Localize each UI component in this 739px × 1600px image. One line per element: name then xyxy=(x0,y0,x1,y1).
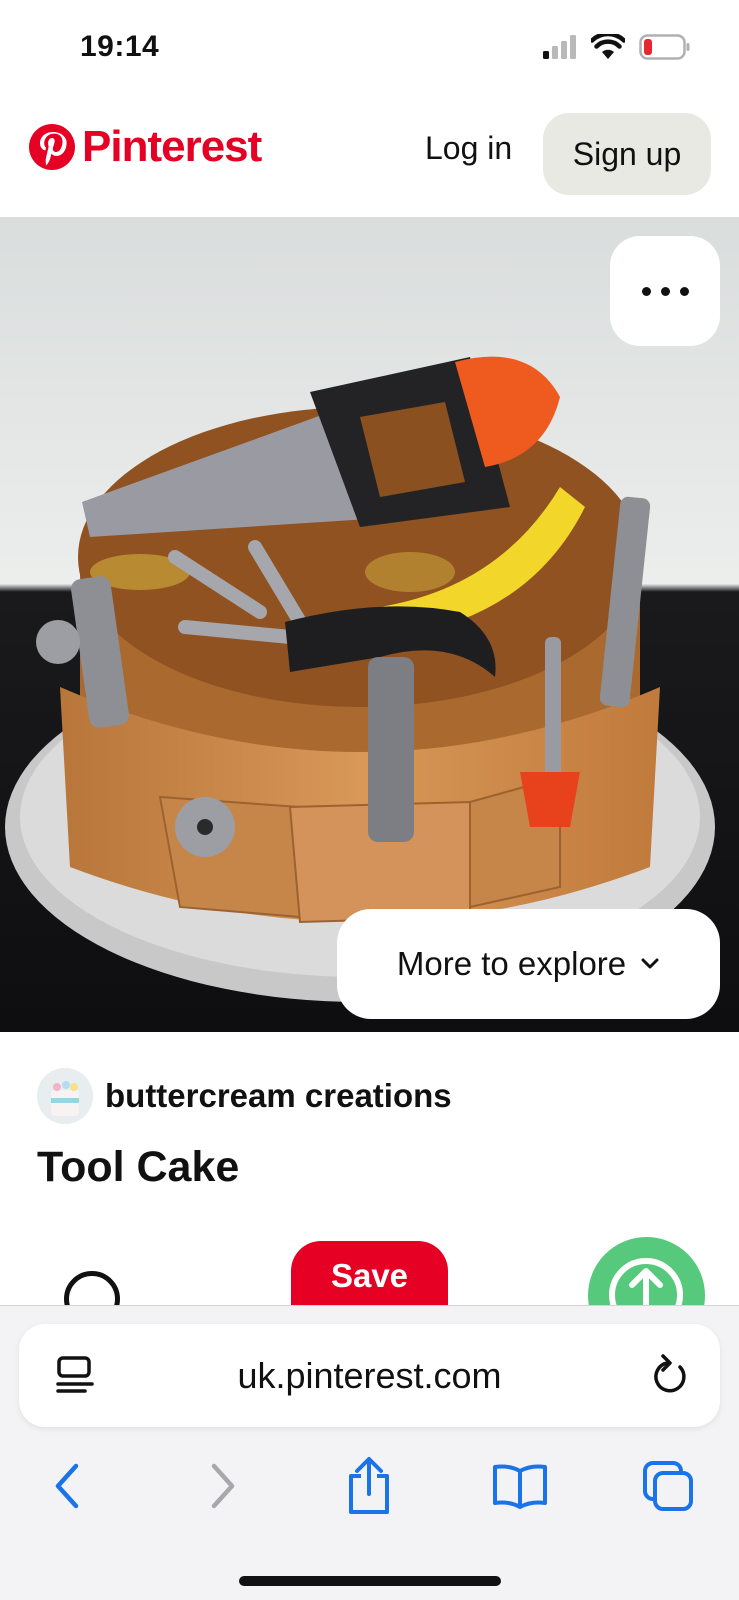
share-sheet-button[interactable] xyxy=(329,1446,409,1526)
reload-icon[interactable] xyxy=(650,1353,690,1397)
chevron-right-icon xyxy=(211,1463,235,1509)
more-options-button[interactable] xyxy=(610,236,720,346)
more-dot xyxy=(660,286,670,296)
avatar-image xyxy=(37,1068,93,1124)
share-icon xyxy=(609,1258,683,1305)
pinterest-p-icon xyxy=(29,124,75,170)
more-dot xyxy=(641,286,651,296)
wifi-icon xyxy=(591,34,625,59)
address-bar[interactable]: uk.pinterest.com xyxy=(19,1324,720,1427)
brand-name: Pinterest xyxy=(82,122,262,171)
browser-nav xyxy=(0,1446,739,1526)
url-text[interactable]: uk.pinterest.com xyxy=(19,1355,720,1397)
site-header: Pinterest Log in Sign up xyxy=(0,100,739,217)
pin-image[interactable]: More to explore xyxy=(0,217,739,1032)
creator-name[interactable]: buttercream creations xyxy=(105,1077,452,1115)
status-icons xyxy=(543,34,691,60)
tabs-button[interactable] xyxy=(628,1446,708,1526)
pin-actions: Save xyxy=(0,1235,739,1305)
more-to-explore-button[interactable]: More to explore xyxy=(337,909,720,1019)
share-square-icon xyxy=(349,1457,389,1514)
save-button[interactable]: Save xyxy=(291,1241,448,1305)
status-time: 19:14 xyxy=(80,30,160,63)
login-button[interactable]: Log in xyxy=(425,130,512,167)
creator-profile[interactable]: buttercream creations xyxy=(37,1068,452,1124)
pin-title: Tool Cake xyxy=(37,1143,240,1191)
chevron-left-icon xyxy=(55,1463,79,1509)
tabs-icon xyxy=(643,1461,693,1511)
battery-low-icon xyxy=(639,34,690,60)
status-bar: 19:14 xyxy=(0,0,739,100)
more-to-explore-label: More to explore xyxy=(396,945,627,982)
comment-icon[interactable] xyxy=(64,1271,120,1305)
book-icon xyxy=(493,1464,547,1509)
creator-avatar[interactable] xyxy=(37,1068,93,1124)
back-button[interactable] xyxy=(27,1446,107,1526)
chevron-down-icon xyxy=(641,958,659,969)
pinterest-logo[interactable]: Pinterest xyxy=(28,122,262,172)
home-indicator[interactable] xyxy=(239,1576,501,1586)
share-button[interactable] xyxy=(588,1237,705,1305)
signup-button[interactable]: Sign up xyxy=(543,113,711,195)
forward-button[interactable] xyxy=(183,1446,263,1526)
bookmarks-button[interactable] xyxy=(480,1446,560,1526)
more-dot xyxy=(679,286,689,296)
browser-toolbar: uk.pinterest.com xyxy=(0,1305,739,1600)
cellular-signal-icon xyxy=(543,35,576,59)
